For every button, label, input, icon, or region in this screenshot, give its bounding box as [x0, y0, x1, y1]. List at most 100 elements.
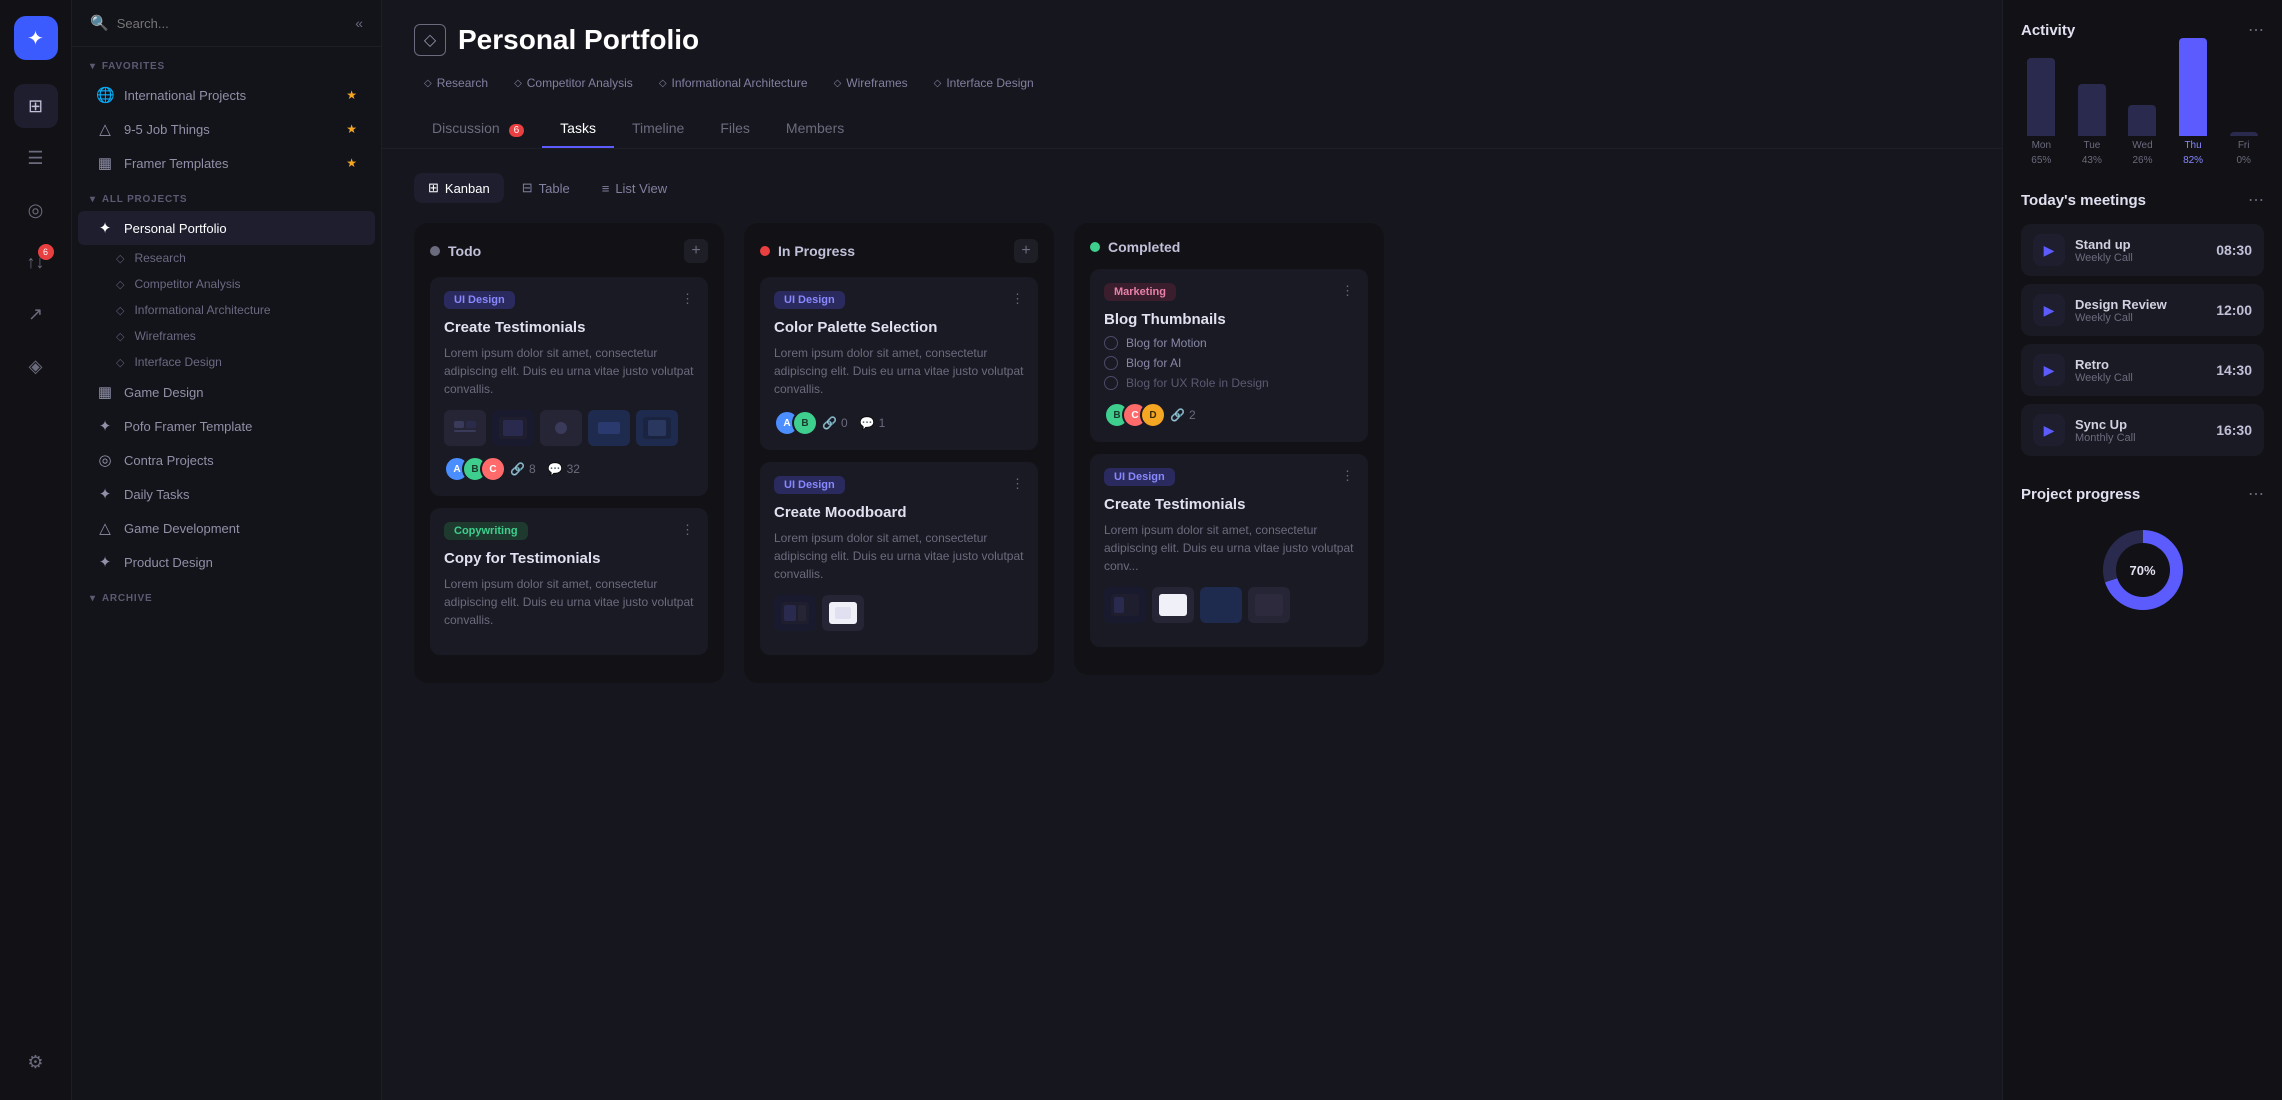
- sidebar-item-product-design[interactable]: ✦ Product Design: [78, 545, 375, 579]
- sidebar-item-game-dev[interactable]: △ Game Development: [78, 511, 375, 545]
- kanban-area: ⊞ Kanban ⊟ Table ≡ List View Todo +: [382, 149, 2002, 1100]
- sidebar-item-job-things[interactable]: △ 9-5 Job Things ★: [78, 112, 375, 146]
- kanban-card[interactable]: UI Design ⋮ Create Testimonials Lorem ip…: [1090, 454, 1368, 647]
- subtab-wireframes[interactable]: ◇ Wireframes: [824, 72, 918, 94]
- sidebar-item-personal-portfolio[interactable]: ✦ Personal Portfolio: [78, 211, 375, 245]
- kanban-card[interactable]: UI Design ⋮ Create Moodboard Lorem ipsum…: [760, 462, 1038, 655]
- sidebar-item-pofo[interactable]: ✦ Pofo Framer Template: [78, 409, 375, 443]
- sidebar-item-contra[interactable]: ◎ Contra Projects: [78, 443, 375, 477]
- kanban-column-completed: Completed Marketing ⋮ Blog Thumbnails Bl…: [1074, 223, 1384, 675]
- progress-ring-value: 70%: [2116, 543, 2170, 597]
- sidebar-item-framer-templates[interactable]: ▦ Framer Templates ★: [78, 146, 375, 180]
- table-view-button[interactable]: ⊟ Table: [508, 173, 584, 203]
- tab-files[interactable]: Files: [702, 110, 768, 148]
- card-menu-button[interactable]: ⋮: [1341, 283, 1354, 299]
- all-projects-section-label[interactable]: ▾ ALL PROJECTS: [72, 180, 381, 211]
- column-title-todo: Todo: [448, 243, 676, 259]
- meeting-sub: Weekly Call: [2075, 312, 2206, 324]
- meeting-item-retro[interactable]: ▶ Retro Weekly Call 14:30: [2021, 344, 2264, 396]
- sidebar-item-game-design[interactable]: ▦ Game Design: [78, 375, 375, 409]
- sidebar-sub-research[interactable]: ◇ Research: [72, 245, 381, 271]
- add-todo-button[interactable]: +: [684, 239, 708, 263]
- card-links-stat: 🔗 2: [1170, 408, 1196, 422]
- progress-more-button[interactable]: ⋯: [2248, 484, 2264, 504]
- sidebar-item-label: Personal Portfolio: [124, 221, 357, 236]
- subtab-label: Informational Architecture: [672, 76, 808, 90]
- kanban-view-button[interactable]: ⊞ Kanban: [414, 173, 504, 203]
- triangle-icon: △: [96, 120, 114, 138]
- card-comments-stat: 💬 1: [860, 416, 886, 430]
- link-icon: 🔗: [510, 462, 525, 476]
- meeting-sub: Weekly Call: [2075, 252, 2206, 264]
- checklist-item: Blog for UX Role in Design: [1104, 376, 1354, 390]
- meeting-info: Sync Up Monthly Call: [2075, 417, 2206, 444]
- card-menu-button[interactable]: ⋮: [681, 291, 694, 307]
- card-menu-button[interactable]: ⋮: [1011, 476, 1024, 492]
- subtab-interface-design[interactable]: ◇ Interface Design: [924, 72, 1044, 94]
- subtab-research[interactable]: ◇ Research: [414, 72, 498, 94]
- project-title: Personal Portfolio: [458, 24, 699, 56]
- nav-icon-users[interactable]: ◈: [14, 344, 58, 388]
- chart-bar-group-thu: Thu 82%: [2173, 38, 2214, 166]
- card-thumbnail: [1104, 587, 1146, 623]
- sidebar-sub-interface-design[interactable]: ◇ Interface Design: [72, 349, 381, 375]
- sidebar-item-label: Product Design: [124, 555, 357, 570]
- meeting-title: Retro: [2075, 357, 2206, 372]
- sidebar-item-label: International Projects: [124, 88, 336, 103]
- main-tabs: Discussion 6 Tasks Timeline Files Member…: [414, 110, 1970, 148]
- nav-icon-share[interactable]: ↗: [14, 292, 58, 336]
- meeting-item-design-review[interactable]: ▶ Design Review Weekly Call 12:00: [2021, 284, 2264, 336]
- app-logo[interactable]: ✦: [14, 16, 58, 60]
- card-menu-button[interactable]: ⋮: [681, 522, 694, 538]
- card-menu-button[interactable]: ⋮: [1341, 468, 1354, 484]
- sidebar-sub-info-arch[interactable]: ◇ Informational Architecture: [72, 297, 381, 323]
- search-input[interactable]: [117, 16, 348, 31]
- add-inprogress-button[interactable]: +: [1014, 239, 1038, 263]
- nav-icon-tasks[interactable]: ◎: [14, 188, 58, 232]
- sub-item-label: Interface Design: [134, 355, 221, 369]
- tab-tasks[interactable]: Tasks: [542, 110, 614, 148]
- kanban-card[interactable]: Marketing ⋮ Blog Thumbnails Blog for Mot…: [1090, 269, 1368, 442]
- subtab-competitor-analysis[interactable]: ◇ Competitor Analysis: [504, 72, 643, 94]
- meeting-time: 08:30: [2216, 242, 2252, 258]
- favorites-section-label[interactable]: ▾ FAVORITES: [72, 47, 381, 78]
- chart-bar-tue: [2078, 84, 2106, 136]
- sidebar-item-international-projects[interactable]: 🌐 International Projects ★: [78, 78, 375, 112]
- card-images: [1104, 587, 1354, 623]
- search-icon: 🔍: [90, 14, 109, 32]
- sub-item-label: Competitor Analysis: [134, 277, 240, 291]
- kanban-card[interactable]: Copywriting ⋮ Copy for Testimonials Lore…: [430, 508, 708, 655]
- chart-pct-label: 43%: [2082, 155, 2102, 166]
- kanban-card[interactable]: UI Design ⋮ Color Palette Selection Lore…: [760, 277, 1038, 450]
- tab-discussion[interactable]: Discussion 6: [414, 110, 542, 148]
- list-view-button[interactable]: ≡ List View: [588, 173, 681, 203]
- sidebar-sub-wireframes[interactable]: ◇ Wireframes: [72, 323, 381, 349]
- nav-icon-dashboard[interactable]: ⊞: [14, 84, 58, 128]
- archive-section-label[interactable]: ▾ ARCHIVE: [72, 579, 381, 610]
- nav-icon-activity[interactable]: ↑↓ 6: [14, 240, 58, 284]
- tab-timeline[interactable]: Timeline: [614, 110, 702, 148]
- subtab-info-arch[interactable]: ◇ Informational Architecture: [649, 72, 818, 94]
- card-menu-button[interactable]: ⋮: [1011, 291, 1024, 307]
- sidebar-item-daily-tasks[interactable]: ✦ Daily Tasks: [78, 477, 375, 511]
- column-title-completed: Completed: [1108, 239, 1368, 255]
- card-tag: UI Design: [1104, 468, 1175, 486]
- star-icon: ★: [346, 88, 357, 102]
- subtab-label: Research: [437, 76, 488, 90]
- meetings-more-button[interactable]: ⋯: [2248, 190, 2264, 210]
- meeting-time: 14:30: [2216, 362, 2252, 378]
- card-desc: Lorem ipsum dolor sit amet, consectetur …: [444, 344, 694, 398]
- kanban-icon: ⊞: [428, 180, 439, 196]
- activity-more-button[interactable]: ⋯: [2248, 20, 2264, 40]
- nav-icon-settings[interactable]: ⚙: [14, 1040, 58, 1084]
- sidebar-sub-competitor-analysis[interactable]: ◇ Competitor Analysis: [72, 271, 381, 297]
- subtab-icon: ◇: [834, 78, 842, 89]
- collapse-sidebar-button[interactable]: «: [355, 15, 363, 31]
- meeting-item-syncup[interactable]: ▶ Sync Up Monthly Call 16:30: [2021, 404, 2264, 456]
- card-title: Color Palette Selection: [774, 319, 1024, 336]
- tab-members[interactable]: Members: [768, 110, 862, 148]
- nav-icon-calendar[interactable]: ☰: [14, 136, 58, 180]
- kanban-card[interactable]: UI Design ⋮ Create Testimonials Lorem ip…: [430, 277, 708, 496]
- meeting-item-standup[interactable]: ▶ Stand up Weekly Call 08:30: [2021, 224, 2264, 276]
- triangle-icon: △: [96, 519, 114, 537]
